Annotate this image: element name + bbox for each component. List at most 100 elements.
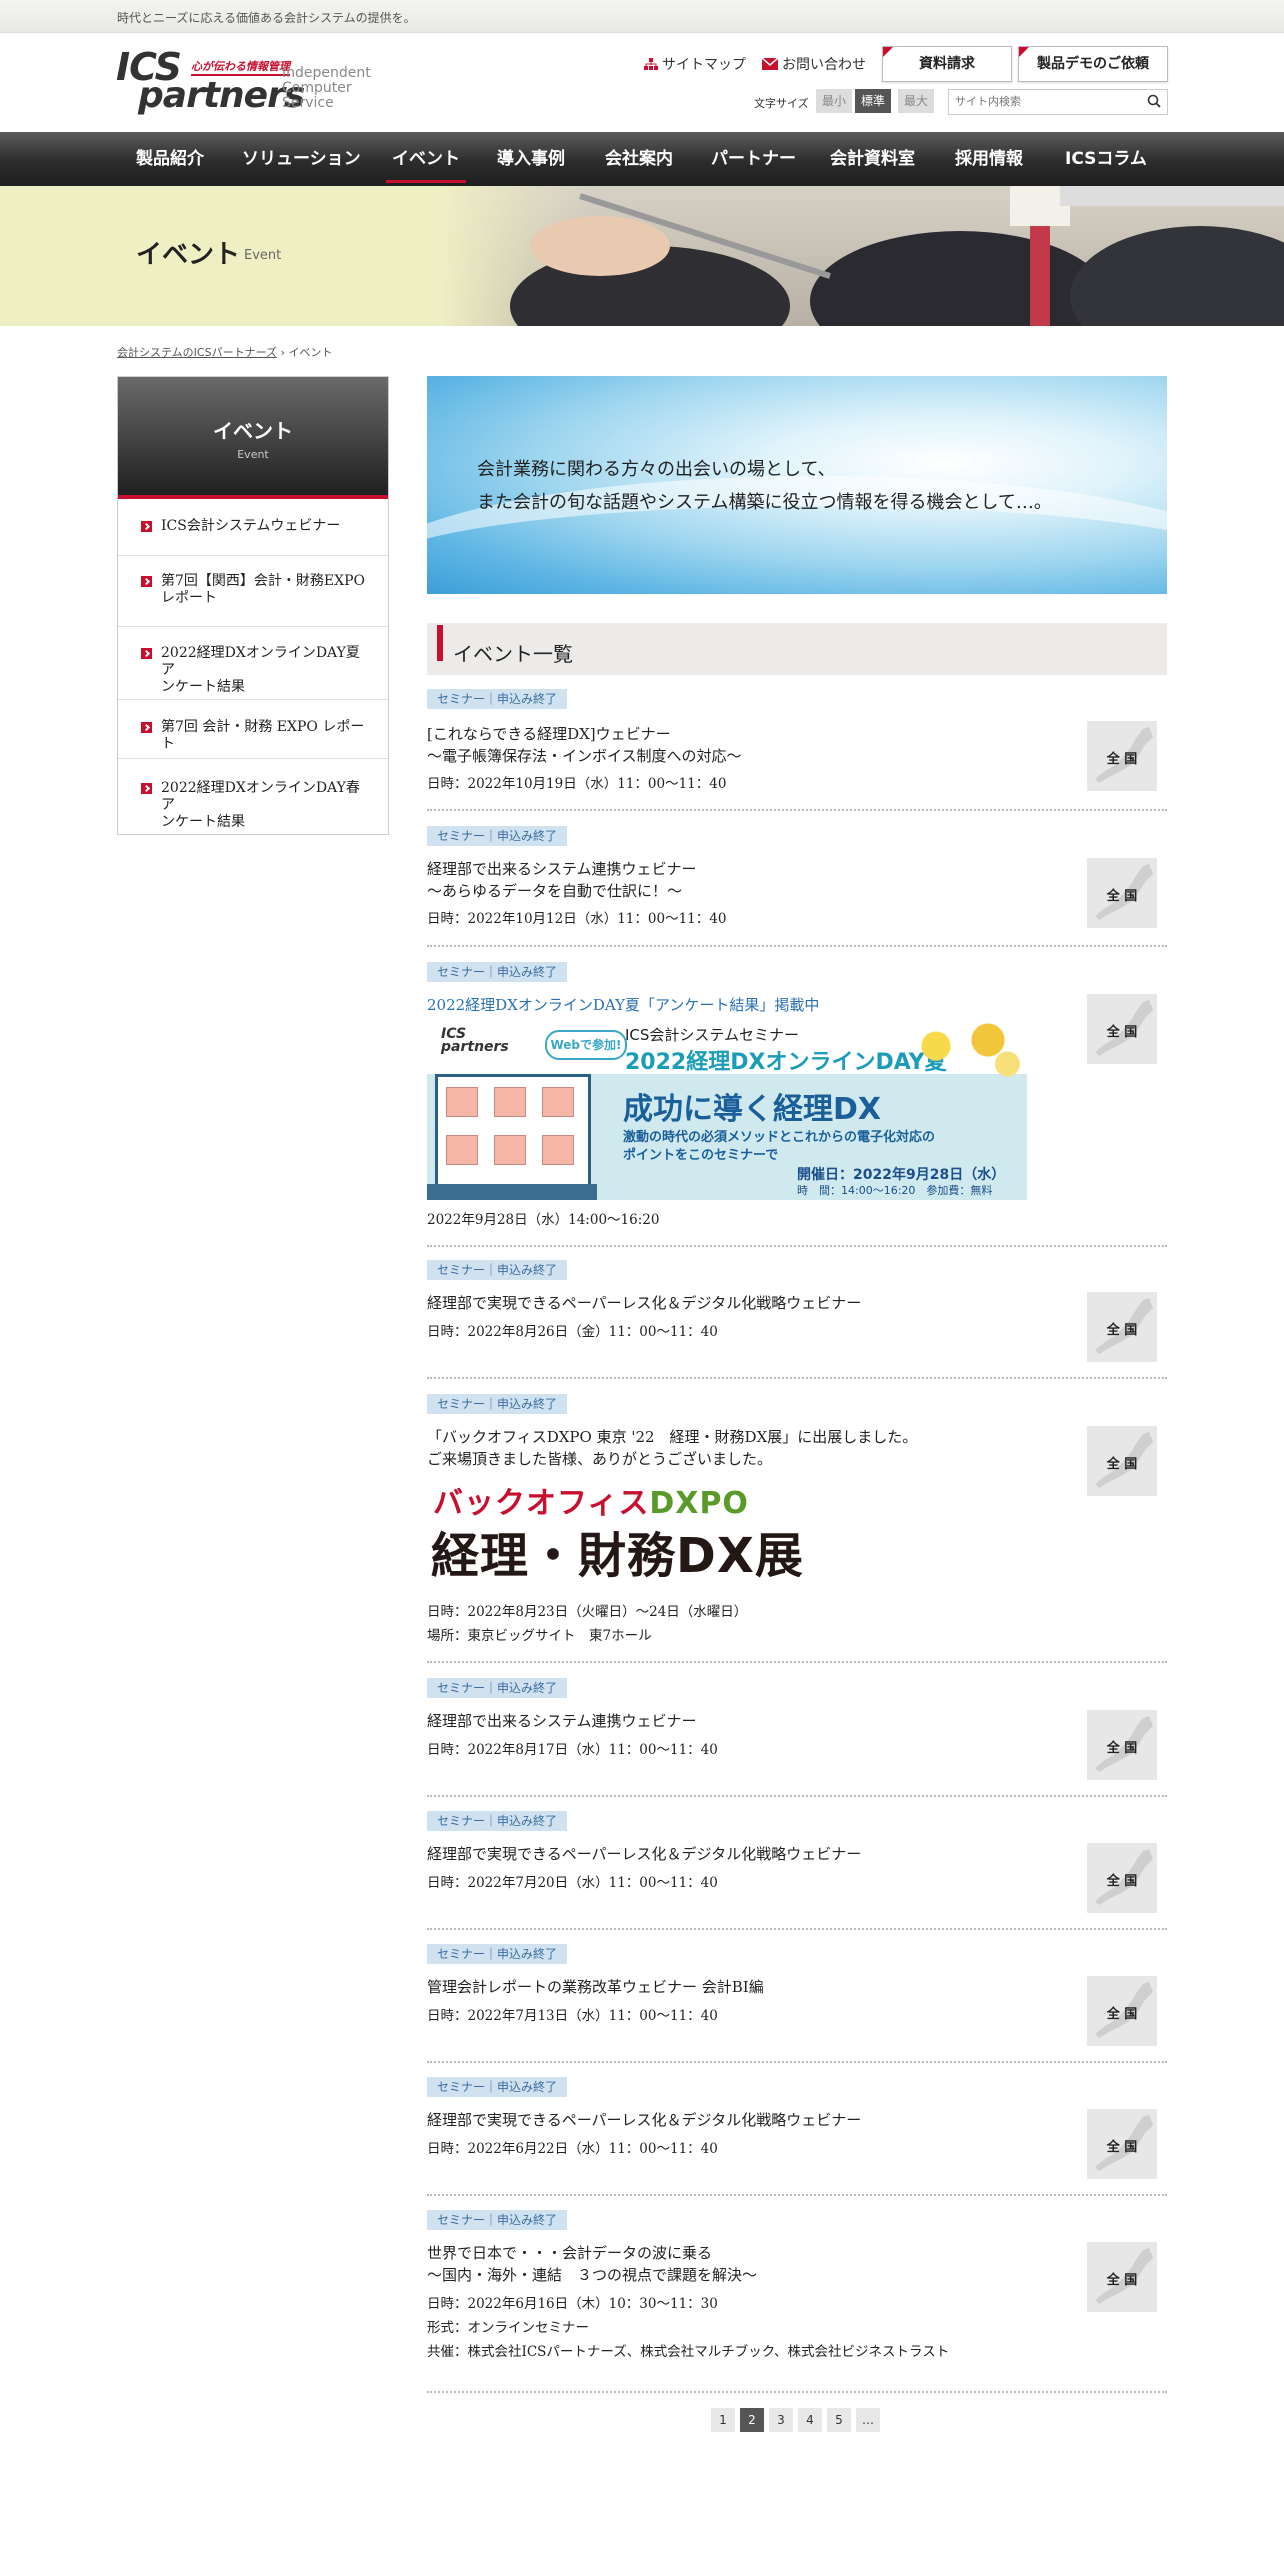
arrow-icon [141,576,152,587]
event-title[interactable]: 経理部で実現できるペーパーレス化＆デジタル化戦略ウェビナー [427,1292,861,1313]
japan-map-icon: 全 国 [1087,2242,1157,2312]
japan-map-icon: 全 国 [1087,1710,1157,1780]
status-badge: セミナー｜申込み終了 [427,1811,568,1831]
event-date: 2022年9月28日（水）14:00～16:20 [427,1212,660,1228]
event-item[interactable]: セミナー｜申込み終了 「バックオフィスDXPO 東京 '22 経理・財務DX展」… [427,1394,1167,1664]
nav-recruit[interactable]: 採用情報 [955,132,1023,186]
event-item[interactable]: セミナー｜申込み終了 経理部で実現できるペーパーレス化＆デジタル化戦略ウェビナー… [427,1811,1167,1931]
seminar-banner-image[interactable]: ICS partners Webで参加! ICS会計システムセミナー 2022経理… [427,1022,1027,1200]
event-item[interactable]: セミナー｜申込み終了 経理部で実現できるペーパーレス化＆デジタル化戦略ウェビナー… [427,1260,1167,1380]
status-badge: セミナー｜申込み終了 [427,2210,568,2230]
nav-events[interactable]: イベント [386,132,466,186]
event-date: 日時：2022年6月22日（水）11：00～11：40 [427,2141,718,2157]
sidebar-item-label: ンケート結果 [161,814,245,830]
event-item[interactable]: セミナー｜申込み終了 経理部で出来るシステム連携ウェビナー ～あらゆるデータを自… [427,826,1167,948]
event-title[interactable]: 経理部で実現できるペーパーレス化＆デジタル化戦略ウェビナー [427,1843,861,1864]
banner-text-line1: 会計業務に関わる方々の出会いの場として、 [477,459,836,480]
nav-company[interactable]: 会社案内 [605,132,673,186]
event-title[interactable]: 経理部で出来るシステム連携ウェビナー [427,858,697,879]
event-title[interactable]: 管理会計レポートの業務改革ウェビナー 会計BI編 [427,1976,764,1997]
font-size-small-button[interactable]: 最小 [816,89,852,113]
banner-time: 時 間：14:00～16:20 参加費：無料 [797,1184,993,1197]
event-title[interactable]: [これならできる経理DX]ウェビナー [427,723,671,744]
logo-subtitle: Independent Computer Service [282,65,371,111]
page-title-en: Event [244,248,282,263]
intro-banner: 会計業務に関わる方々の出会いの場として、 また会計の旬な話題やシステム構築に役立… [427,376,1167,594]
banner-subline: ポイントをこのセミナーで [623,1148,779,1163]
japan-map-icon: 全 国 [1087,858,1157,928]
breadcrumb-home[interactable]: 会計システムのICSパートナーズ [117,346,277,359]
nav-resources[interactable]: 会計資料室 [830,132,915,186]
logo-tagline: 心が伝わる情報管理 [191,60,290,76]
sidebar-title: イベント [213,419,293,443]
status-badge: セミナー｜申込み終了 [427,826,568,846]
event-item[interactable]: セミナー｜申込み終了 世界で日本で・・・会計データの波に乗る ～国内・海外・連結… [427,2210,1167,2396]
nav-case-studies[interactable]: 導入事例 [497,132,565,186]
font-size-normal-button[interactable]: 標準 [855,89,891,113]
sitemap-link[interactable]: サイトマップ [644,54,746,74]
sidebar-item-label: 第7回【関西】会計・財務EXPO [161,573,365,589]
search-icon[interactable] [1147,94,1161,108]
page-2-current[interactable]: 2 [740,2408,764,2432]
nav-products[interactable]: 製品紹介 [136,132,204,186]
sidebar-item-kansai-expo[interactable]: 第7回【関西】会計・財務EXPO レポート [118,556,388,627]
event-subtitle: ～あらゆるデータを自動で仕訳に！～ [427,882,683,900]
sidebar-item-dx-spring[interactable]: 2022経理DXオンラインDAY春 アンケート結果 [118,759,388,835]
banner-text-line2: また会計の旬な話題やシステム構築に役立つ情報を得る機会として…。 [477,492,1052,513]
search-input[interactable] [949,90,1135,113]
font-size-large-button[interactable]: 最大 [898,89,934,113]
event-place: 場所：東京ビッグサイト 東7ホール [427,1628,652,1644]
event-date: 日時：2022年7月13日（水）11：00～11：40 [427,2008,718,2024]
event-date: 日時：2022年8月26日（金）11：00～11：40 [427,1324,718,1340]
web-join-badge: Webで参加! [545,1030,627,1060]
banner-series-name: ICS会計システムセミナー [625,1026,799,1044]
status-badge: セミナー｜申込み終了 [427,1260,568,1280]
sidebar-item-webinar[interactable]: ICS会計システムウェビナー [118,499,388,556]
event-item[interactable]: セミナー｜申込み終了 経理部で出来るシステム連携ウェビナー 日時：2022年8月… [427,1678,1167,1798]
page-4-link[interactable]: 4 [798,2408,822,2432]
banner-headline: 成功に導く経理DX [623,1092,882,1127]
arrow-icon [141,648,152,659]
arrow-icon [141,722,152,733]
sidebar-item-expo-report[interactable]: 第7回 会計・財務 EXPO レポート [118,700,388,759]
event-item[interactable]: セミナー｜申込み終了 2022経理DXオンラインDAY夏「アンケート結果」掲載中… [427,962,1167,1248]
page-5-link[interactable]: 5 [827,2408,851,2432]
request-docs-button[interactable]: 資料請求 [882,46,1012,82]
event-item[interactable]: セミナー｜申込み終了 [これならできる経理DX]ウェビナー ～電子帳簿保存法・イ… [427,689,1167,811]
sidebar: イベント Event ICS会計システムウェビナー 第7回【関西】会計・財務EX… [117,376,389,835]
arrow-icon [141,783,152,794]
japan-map-icon: 全 国 [1087,1976,1157,2046]
event-title-link[interactable]: 2022経理DXオンラインDAY夏「アンケート結果」掲載中 [427,994,819,1015]
nav-partners[interactable]: パートナー [711,132,796,186]
event-title[interactable]: 経理部で実現できるペーパーレス化＆デジタル化戦略ウェビナー [427,2109,861,2130]
event-item[interactable]: セミナー｜申込み終了 管理会計レポートの業務改革ウェビナー 会計BI編 日時：2… [427,1944,1167,2064]
site-logo[interactable]: ICS 心が伝わる情報管理 partners Independent Comput… [116,48,376,118]
nav-column[interactable]: ICSコラム [1065,132,1147,186]
flower-decoration [897,1022,1027,1082]
japan-map-icon: 全 国 [1087,1292,1157,1362]
contact-link[interactable]: お問い合わせ [761,54,866,74]
event-item[interactable]: セミナー｜申込み終了 経理部で実現できるペーパーレス化＆デジタル化戦略ウェビナー… [427,2077,1167,2197]
event-date: 日時：2022年8月23日（火曜日）～24日（水曜日） [427,1604,748,1620]
logo-partners: partners [138,75,305,116]
event-title[interactable]: 世界で日本で・・・会計データの波に乗る [427,2242,712,2263]
page-3-link[interactable]: 3 [769,2408,793,2432]
demo-request-button[interactable]: 製品デモのご依頼 [1018,46,1168,82]
page-1-link[interactable]: 1 [711,2408,735,2432]
status-badge: セミナー｜申込み終了 [427,2077,568,2097]
page-title: イベント [136,240,241,270]
event-format: 形式：オンラインセミナー [427,2320,589,2336]
status-badge: セミナー｜申込み終了 [427,1944,568,1964]
event-title[interactable]: 経理部で出来るシステム連携ウェビナー [427,1710,697,1731]
event-title[interactable]: 「バックオフィスDXPO 東京 '22 経理・財務DX展」に出展しました。 [427,1426,917,1447]
mail-icon [761,57,779,70]
nav-solutions[interactable]: ソリューション [242,132,361,186]
sidebar-item-label: 第7回 会計・財務 EXPO レポート [161,719,365,752]
sidebar-title-en: Event [237,448,269,461]
sidebar-item-label: ンケート結果 [161,679,245,695]
status-badge: セミナー｜申込み終了 [427,1394,568,1414]
expo-logo-line2: 経理・財務DX展 [431,1528,804,1584]
event-cohosts: 共催：株式会社ICSパートナーズ、株式会社マルチブック、株式会社ビジネストラスト [427,2344,950,2360]
sidebar-item-dx-summer[interactable]: 2022経理DXオンラインDAY夏 アンケート結果 [118,627,388,700]
global-nav: 製品紹介 ソリューション イベント 導入事例 会社案内 パートナー 会計資料室 … [0,132,1284,186]
